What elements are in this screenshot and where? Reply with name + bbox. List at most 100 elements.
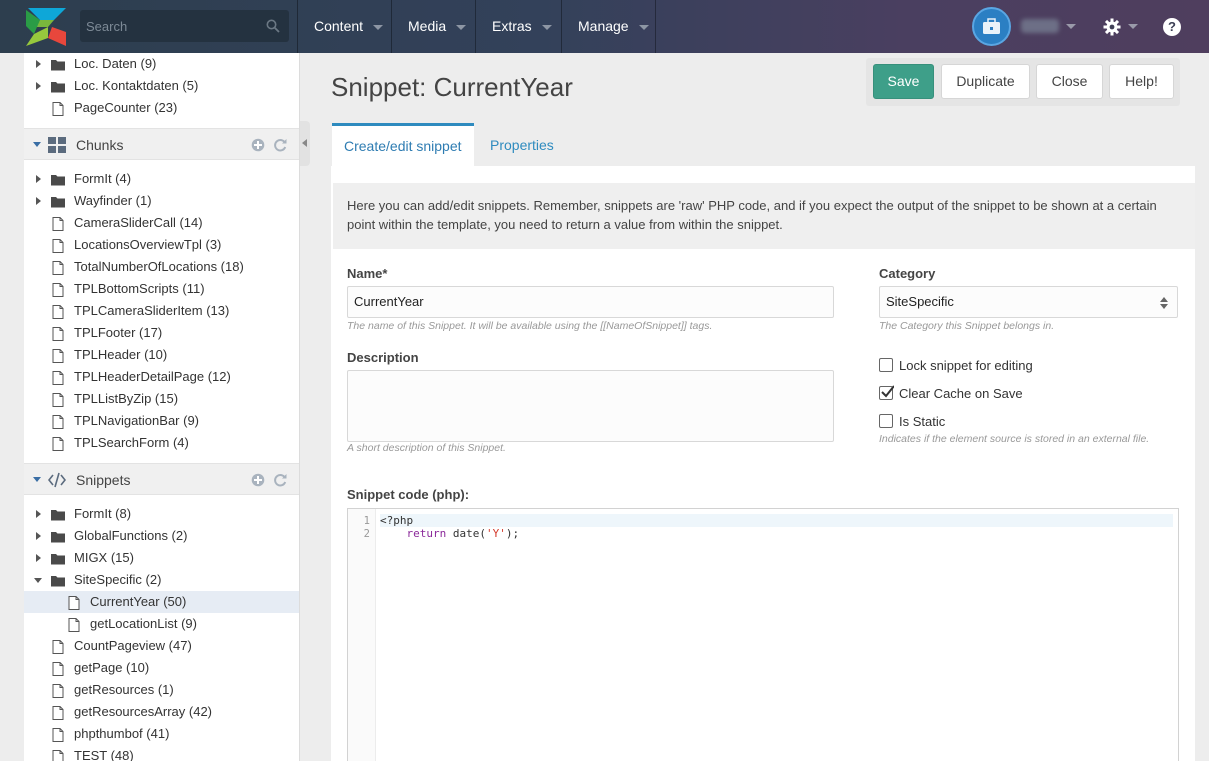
help-button[interactable]: Help! bbox=[1109, 64, 1174, 99]
tree-item[interactable]: TPLSearchForm (4) bbox=[24, 432, 299, 454]
nav-media-menu[interactable]: Media bbox=[392, 0, 467, 53]
tree-folder[interactable]: Loc. Kontaktdaten (5) bbox=[24, 75, 299, 97]
clear-cache-checkbox[interactable] bbox=[879, 385, 894, 400]
tree-item-label: Loc. Kontaktdaten (5) bbox=[74, 78, 199, 93]
name-field[interactable]: CurrentYear bbox=[347, 286, 834, 318]
nav-extras-menu[interactable]: Extras bbox=[476, 0, 552, 53]
code-editor[interactable]: 1 2 <?php return date('Y'); bbox=[347, 508, 1179, 761]
tree-item[interactable]: getPage (10) bbox=[24, 657, 299, 679]
file-icon bbox=[51, 414, 65, 429]
tree-item[interactable]: phpthumbof (41) bbox=[24, 723, 299, 745]
tree-item-label: TPLCameraSliderItem (13) bbox=[74, 303, 230, 318]
folder-icon bbox=[51, 507, 65, 521]
tree-folder[interactable]: Wayfinder (1) bbox=[24, 190, 299, 212]
tree-folder[interactable]: FormIt (4) bbox=[24, 168, 299, 190]
nav-manage-menu[interactable]: Manage bbox=[562, 0, 649, 53]
refresh-icon[interactable] bbox=[273, 138, 287, 152]
tree-folder[interactable]: SiteSpecific (2) bbox=[24, 569, 299, 591]
tree-item[interactable]: getResources (1) bbox=[24, 679, 299, 701]
duplicate-button[interactable]: Duplicate bbox=[941, 64, 1030, 99]
file-icon bbox=[51, 282, 65, 297]
tree-item-label: GlobalFunctions (2) bbox=[74, 528, 188, 543]
tree-section-title: Snippets bbox=[76, 472, 131, 488]
tree-folder[interactable]: FormIt (8) bbox=[24, 503, 299, 525]
tree-item[interactable]: TEST (48) bbox=[24, 745, 299, 761]
folder-icon bbox=[51, 551, 65, 565]
code-line[interactable]: return date('Y'); bbox=[380, 527, 520, 540]
tree-item[interactable]: getLocationList (9) bbox=[24, 613, 299, 635]
add-circle-icon[interactable] bbox=[251, 138, 265, 152]
user-name-blurred[interactable] bbox=[1021, 19, 1059, 33]
tree-item[interactable]: TPLListByZip (15) bbox=[24, 388, 299, 410]
chevron-down-icon bbox=[456, 24, 467, 30]
chevron-down-icon[interactable] bbox=[33, 142, 41, 147]
tree-item[interactable]: TotalNumberOfLocations (18) bbox=[24, 256, 299, 278]
chevron-right-icon[interactable] bbox=[36, 532, 41, 540]
tree-item[interactable]: TPLCameraSliderItem (13) bbox=[24, 300, 299, 322]
lock-checkbox[interactable] bbox=[879, 358, 893, 372]
tree-item-label: TPLNavigationBar (9) bbox=[74, 413, 199, 428]
nav-content-menu[interactable]: Content bbox=[298, 0, 384, 53]
tree-section-snippets[interactable]: Snippets bbox=[24, 463, 299, 495]
is-static-label: Is Static bbox=[899, 414, 946, 429]
gear-icon[interactable] bbox=[1103, 18, 1121, 36]
chevron-down-icon[interactable] bbox=[34, 578, 42, 583]
tree-item-label: CameraSliderCall (14) bbox=[74, 215, 203, 230]
clear-cache-label: Clear Cache on Save bbox=[899, 386, 1023, 401]
description-field[interactable] bbox=[347, 370, 834, 442]
tree-item[interactable]: getResourcesArray (42) bbox=[24, 701, 299, 723]
file-icon bbox=[51, 370, 65, 385]
save-button[interactable]: Save bbox=[873, 64, 934, 99]
search-box[interactable] bbox=[80, 10, 289, 42]
page-title: Snippet: CurrentYear bbox=[331, 72, 573, 102]
file-icon bbox=[51, 238, 65, 253]
search-input[interactable] bbox=[80, 10, 289, 42]
folder-icon bbox=[51, 172, 65, 186]
line-number: 1 bbox=[363, 515, 370, 527]
tree-item-label: TotalNumberOfLocations (18) bbox=[74, 259, 244, 274]
chevron-down-icon[interactable] bbox=[33, 477, 41, 482]
add-circle-icon[interactable] bbox=[251, 473, 265, 487]
chevron-down-icon[interactable] bbox=[1066, 24, 1076, 29]
tree-item-label: TEST (48) bbox=[74, 748, 134, 761]
tree-folder[interactable]: MIGX (15) bbox=[24, 547, 299, 569]
code-line[interactable]: <?php bbox=[380, 514, 1173, 527]
tree-item-label: TPLListByZip (15) bbox=[74, 391, 179, 406]
tree-item[interactable]: LocationsOverviewTpl (3) bbox=[24, 234, 299, 256]
chevron-right-icon[interactable] bbox=[36, 554, 41, 562]
user-avatar[interactable] bbox=[972, 7, 1011, 46]
tree-item[interactable]: TPLHeaderDetailPage (12) bbox=[24, 366, 299, 388]
tree-item[interactable]: CurrentYear (50) bbox=[24, 591, 299, 613]
tab-create-edit-snippet[interactable]: Create/edit snippet bbox=[332, 123, 474, 166]
modx-logo[interactable] bbox=[26, 8, 66, 46]
tree-item[interactable]: CountPageview (47) bbox=[24, 635, 299, 657]
collapse-sidebar-button[interactable] bbox=[300, 121, 310, 166]
tree-item[interactable]: TPLHeader (10) bbox=[24, 344, 299, 366]
tree-folder[interactable]: Loc. Daten (9) bbox=[24, 53, 299, 75]
tree-item[interactable]: TPLBottomScripts (11) bbox=[24, 278, 299, 300]
tree-section-chunks[interactable]: Chunks bbox=[24, 128, 299, 160]
tree-item[interactable]: PageCounter (23) bbox=[24, 97, 299, 119]
code-string: 'Y' bbox=[486, 527, 506, 540]
search-icon[interactable] bbox=[266, 19, 280, 33]
tree-folder[interactable]: GlobalFunctions (2) bbox=[24, 525, 299, 547]
chevron-right-icon[interactable] bbox=[36, 510, 41, 518]
chevron-right-icon[interactable] bbox=[36, 197, 41, 205]
tree-item[interactable]: CameraSliderCall (14) bbox=[24, 212, 299, 234]
refresh-icon[interactable] bbox=[273, 473, 287, 487]
category-select[interactable]: SiteSpecific bbox=[879, 286, 1178, 318]
is-static-checkbox[interactable] bbox=[879, 414, 893, 428]
chevron-right-icon[interactable] bbox=[36, 175, 41, 183]
tree-item-label: getPage (10) bbox=[74, 660, 150, 675]
close-button[interactable]: Close bbox=[1036, 64, 1103, 99]
tree-item-label: Loc. Daten (9) bbox=[74, 56, 157, 71]
chevron-right-icon[interactable] bbox=[36, 82, 41, 90]
file-icon bbox=[51, 326, 65, 341]
chevron-down-icon[interactable] bbox=[1128, 24, 1138, 29]
tree-item[interactable]: TPLFooter (17) bbox=[24, 322, 299, 344]
tab-properties[interactable]: Properties bbox=[478, 123, 566, 166]
tree-item[interactable]: TPLNavigationBar (9) bbox=[24, 410, 299, 432]
help-icon[interactable]: ? bbox=[1163, 18, 1181, 36]
chevron-right-icon[interactable] bbox=[36, 60, 41, 68]
code-label: Snippet code (php): bbox=[347, 487, 470, 502]
